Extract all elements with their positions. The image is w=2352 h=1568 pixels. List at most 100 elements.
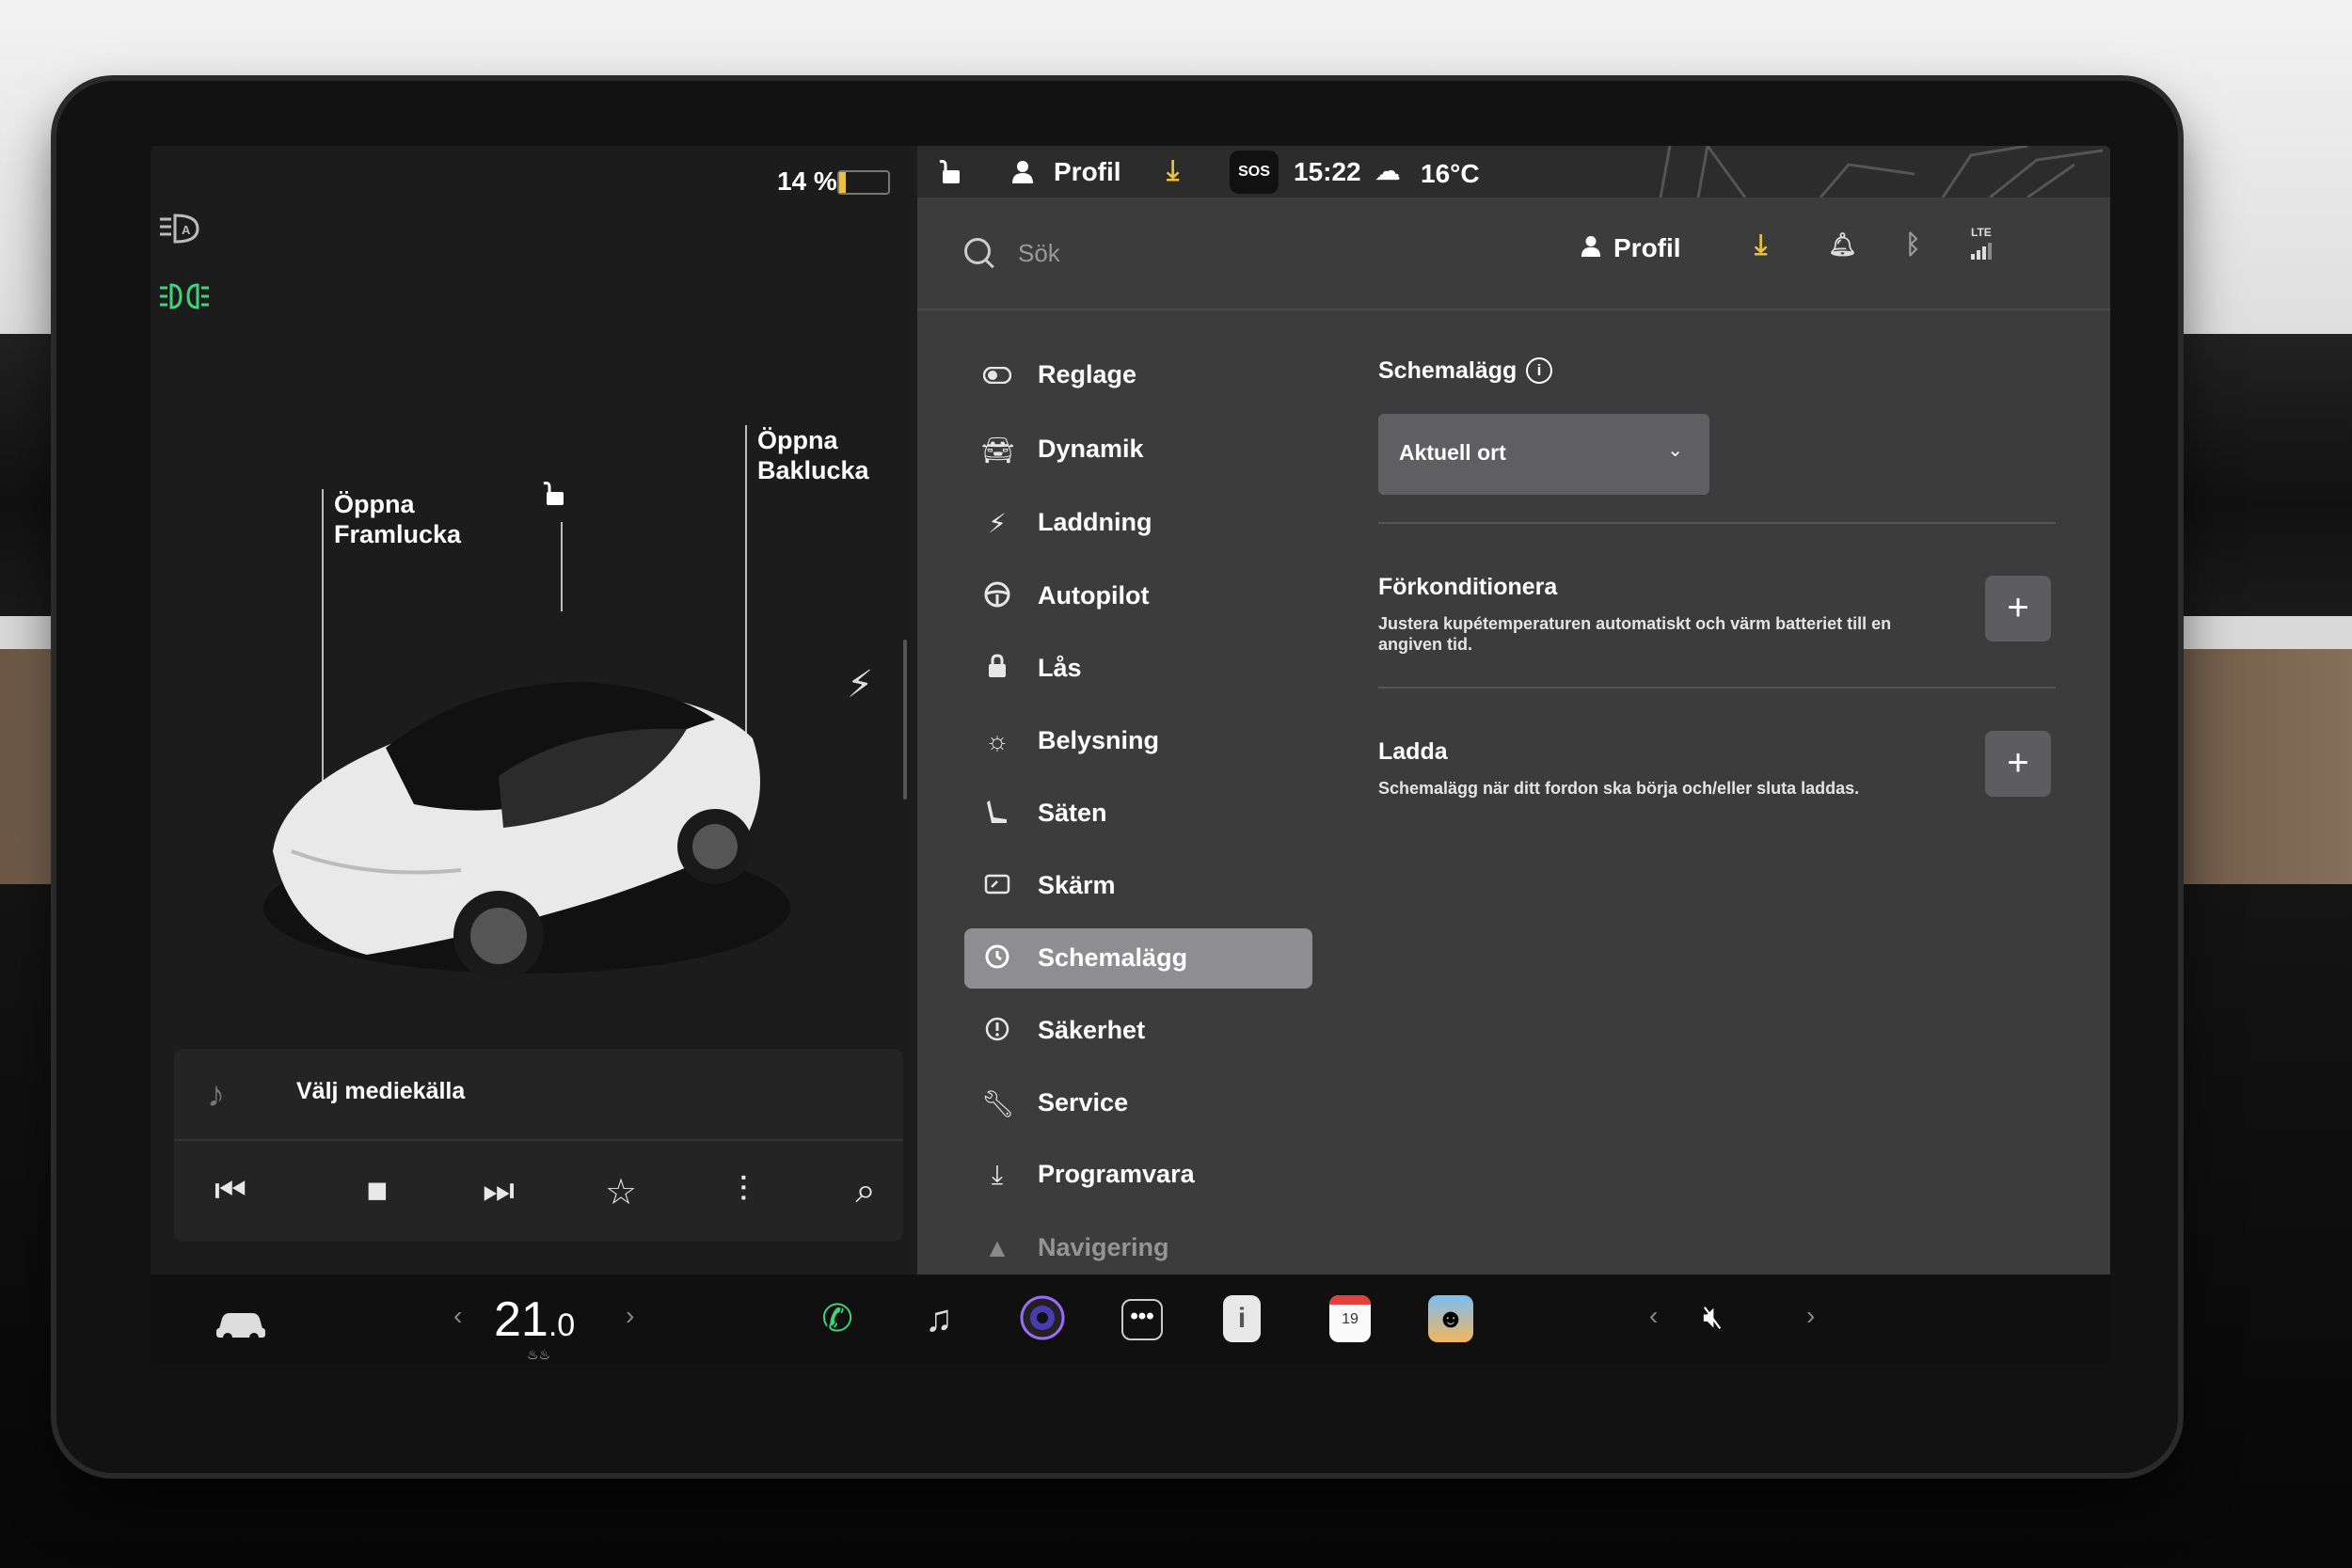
- menu-label-belysning: Belysning: [1038, 726, 1160, 754]
- menu-item-reglage[interactable]: Reglage: [964, 345, 1312, 405]
- calendar-icon[interactable]: 19: [1329, 1295, 1371, 1342]
- music-icon[interactable]: ♫: [915, 1295, 962, 1342]
- profile-icon[interactable]: [1011, 160, 1034, 184]
- sun-icon: ☼: [985, 726, 1009, 755]
- music-note-icon: ♪: [207, 1075, 225, 1115]
- lte-label: LTE: [1971, 226, 1992, 239]
- info-icon[interactable]: i: [1526, 357, 1552, 384]
- bluetooth-icon[interactable]: ᛒ: [1905, 230, 1921, 260]
- seat-heater-icon[interactable]: ♨♨: [527, 1347, 550, 1363]
- search-icon[interactable]: [964, 238, 991, 264]
- battery-bar: [837, 170, 890, 195]
- auto-headlights-icon[interactable]: A: [158, 212, 203, 253]
- menu-item-belysning[interactable]: ☼ Belysning: [964, 711, 1312, 771]
- cloud-weather-icon: ☁: [1375, 156, 1401, 185]
- charge-description: Schemalägg när ditt fordon ska börja och…: [1378, 779, 1860, 798]
- status-profile-label[interactable]: Profil: [1054, 157, 1121, 187]
- volume-muted-icon[interactable]: 🔇︎: [1703, 1299, 1723, 1336]
- menu-item-las[interactable]: Lås: [964, 639, 1312, 699]
- add-charge-schedule-button[interactable]: +: [1985, 731, 2051, 797]
- menu-label-reglage: Reglage: [1038, 360, 1137, 388]
- unlock-icon[interactable]: [540, 480, 568, 508]
- menu-label-autopilot: Autopilot: [1038, 581, 1150, 610]
- car-3d-model: [263, 682, 790, 981]
- svg-text:A: A: [182, 223, 191, 237]
- phone-icon[interactable]: ✆: [814, 1295, 861, 1342]
- display-icon: [981, 871, 1013, 901]
- charge-title: Ladda: [1378, 738, 1448, 765]
- menu-label-sakerhet: Säkerhet: [1038, 1016, 1146, 1044]
- battery-percent: 14 %: [777, 166, 837, 196]
- touchscreen: A 14 % Öppna Framlucka Öppna Baklucka ⚡: [151, 146, 2110, 1364]
- media-source-row[interactable]: ♪ Välj mediekälla: [174, 1049, 903, 1141]
- volume-up-chevron-icon[interactable]: ›: [1806, 1301, 1815, 1331]
- toggle-icon: [981, 360, 1013, 390]
- seat-icon: [981, 799, 1013, 832]
- menu-label-skarm: Skärm: [1038, 871, 1116, 899]
- download-icon[interactable]: ⤓: [1167, 155, 1179, 187]
- download-icon: ⤓: [991, 1160, 1004, 1189]
- unlocked-status-icon[interactable]: [938, 159, 962, 185]
- menu-item-sakerhet[interactable]: Säkerhet: [964, 1001, 1312, 1061]
- outside-temperature: 16°C: [1421, 159, 1480, 188]
- sos-button[interactable]: SOS: [1230, 150, 1279, 194]
- bolt-icon: ⚡︎: [988, 509, 1007, 538]
- chevron-down-icon: ⌄: [1667, 440, 1683, 461]
- open-frunk-line2: Framlucka: [334, 520, 462, 548]
- clock-time: 15:22: [1294, 157, 1361, 186]
- lock-icon: [981, 654, 1013, 685]
- menu-item-autopilot[interactable]: Autopilot: [964, 566, 1312, 626]
- menu-item-service[interactable]: 🔧︎ Service: [964, 1073, 1312, 1133]
- header-download-icon[interactable]: ⤓: [1755, 230, 1767, 261]
- open-frunk-label[interactable]: Öppna Framlucka: [334, 489, 461, 549]
- cabin-temperature-whole: 21: [494, 1292, 548, 1347]
- more-apps-icon[interactable]: •••: [1121, 1299, 1163, 1340]
- menu-item-dynamik[interactable]: 🚘︎ Dynamik: [964, 420, 1312, 480]
- menu-item-laddning[interactable]: ⚡︎ Laddning: [964, 493, 1312, 553]
- menu-item-schemalagg[interactable]: Schemalägg: [964, 928, 1312, 989]
- charge-port-icon[interactable]: ⚡: [847, 663, 873, 706]
- toybox-icon[interactable]: ☻: [1428, 1295, 1473, 1342]
- settings-search-input[interactable]: [1016, 235, 1490, 271]
- alert-icon: [981, 1016, 1013, 1049]
- camera-icon[interactable]: [1019, 1295, 1066, 1342]
- section-divider: [1378, 687, 2056, 689]
- menu-label-service: Service: [1038, 1088, 1129, 1117]
- add-precondition-button[interactable]: +: [1985, 576, 2051, 641]
- menu-item-navigering[interactable]: ▲ Navigering: [964, 1218, 1312, 1278]
- precondition-description: Justera kupétemperaturen automatiskt och…: [1378, 614, 1892, 654]
- favorite-star-icon[interactable]: ☆: [593, 1171, 649, 1213]
- parking-lights-icon: [158, 282, 211, 318]
- open-trunk-line2: Baklucka: [757, 456, 869, 484]
- stop-icon[interactable]: ■: [349, 1171, 405, 1212]
- car-icon: 🚘︎: [981, 436, 1015, 465]
- menu-item-skarm[interactable]: Skärm: [964, 856, 1312, 916]
- next-track-icon[interactable]: ⏭: [470, 1171, 527, 1212]
- previous-track-icon[interactable]: ⏮: [202, 1171, 259, 1212]
- panel-scrollbar[interactable]: [903, 640, 907, 800]
- menu-label-schemalagg: Schemalägg: [1038, 943, 1188, 972]
- calendar-day: 19: [1342, 1311, 1359, 1327]
- media-player: ♪ Välj mediekälla ⏮ ■ ⏭ ☆ ⫶ ⌕: [174, 1049, 903, 1242]
- menu-item-saten[interactable]: Säten: [964, 784, 1312, 844]
- temp-decrease-chevron-icon[interactable]: ‹: [453, 1301, 462, 1331]
- notification-bell-icon[interactable]: 🔔︎: [1828, 231, 1856, 259]
- menu-item-programvara[interactable]: ⤓ Programvara: [964, 1145, 1312, 1205]
- header-profile-label[interactable]: Profil: [1613, 233, 1681, 263]
- car-controls-icon[interactable]: [215, 1307, 267, 1343]
- battery-fill: [839, 172, 847, 193]
- precondition-title: Förkonditionera: [1378, 574, 1558, 600]
- equalizer-icon[interactable]: ⫶: [715, 1171, 771, 1212]
- map-preview[interactable]: [1632, 146, 2110, 198]
- temp-increase-chevron-icon[interactable]: ›: [626, 1301, 634, 1331]
- media-search-icon[interactable]: ⌕: [837, 1171, 894, 1212]
- open-frunk-line1: Öppna: [334, 490, 415, 518]
- manual-icon[interactable]: i: [1223, 1295, 1261, 1342]
- bottom-bar: ‹ 21.0 ♨♨ › ✆ ♫ ••• i 19 ☻ ‹ 🔇︎ ›: [151, 1275, 2110, 1364]
- cabin-temperature[interactable]: 21.0: [494, 1291, 575, 1348]
- location-dropdown[interactable]: Aktuell ort ⌄: [1378, 414, 1709, 495]
- open-trunk-label[interactable]: Öppna Baklucka: [757, 425, 869, 485]
- header-profile-icon[interactable]: [1581, 235, 1601, 258]
- status-bar: Profil ⤓ SOS 15:22 ☁ 16°C: [917, 146, 2110, 198]
- volume-down-chevron-icon[interactable]: ‹: [1649, 1301, 1658, 1331]
